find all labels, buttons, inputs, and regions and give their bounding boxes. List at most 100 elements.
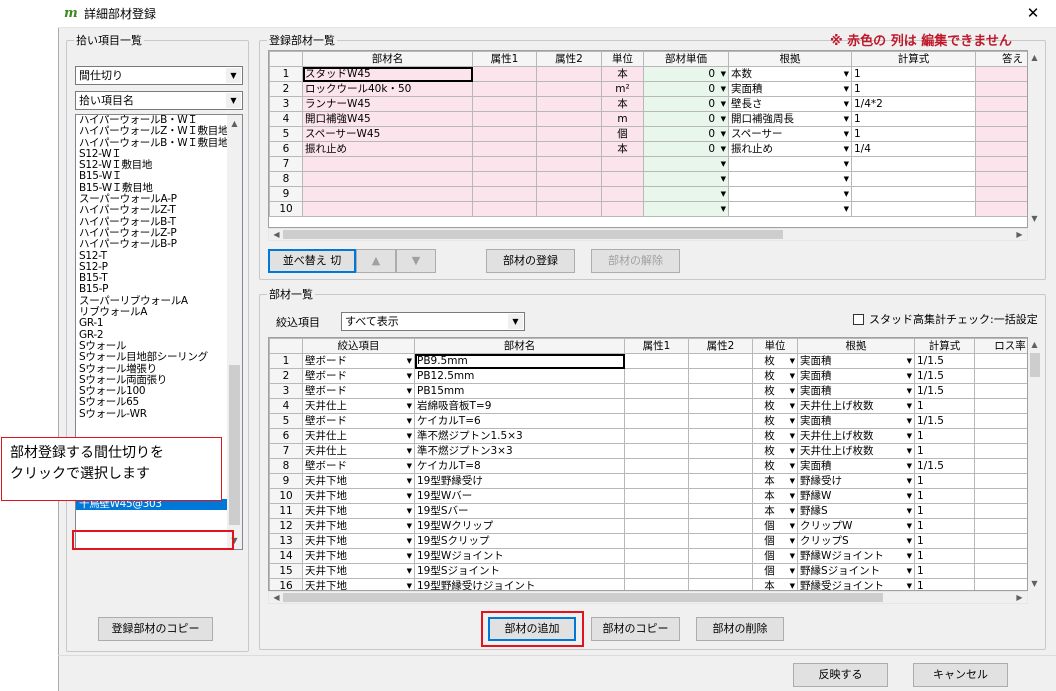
table-cell[interactable]: 個 [752,563,798,579]
table-cell[interactable]: 個 [601,126,644,142]
table-cell[interactable] [472,186,537,202]
table-row[interactable]: 7 [269,156,1027,172]
table-cell[interactable]: ケイカルT=8 [414,458,625,474]
table-cell[interactable]: 実面積 [797,383,915,399]
registered-parts-grid[interactable]: 部材名属性1属性2単位部材単価根拠計算式答え1スタッドW45本0本数12ロックウ… [268,50,1028,228]
table-cell[interactable] [624,533,689,549]
table-cell[interactable]: 0 [643,96,729,112]
table-cell[interactable]: 19型Sジョイント [414,563,625,579]
table-cell[interactable]: 実面積 [797,413,915,429]
table-cell[interactable] [974,503,1027,519]
table-cell[interactable]: PB15mm [414,383,625,399]
column-header[interactable]: 属性1 [624,338,689,354]
scroll-down-icon[interactable]: ▼ [1028,212,1041,225]
table-cell[interactable] [688,353,753,369]
table-cell[interactable]: 19型Sバー [414,503,625,519]
column-header[interactable]: 単位 [752,338,798,354]
table-cell[interactable] [975,81,1027,97]
table-cell[interactable] [688,488,753,504]
table-cell[interactable] [536,126,602,142]
table-cell[interactable]: m² [601,81,644,97]
scroll-right-icon[interactable]: ▶ [1013,228,1026,241]
table-cell[interactable] [975,111,1027,127]
table-cell[interactable] [688,533,753,549]
table-cell[interactable]: 天井下地 [302,533,415,549]
table-cell[interactable]: PB9.5mm [414,353,625,369]
table-cell[interactable] [974,578,1027,590]
table-cell[interactable] [302,186,473,202]
table-cell[interactable] [688,503,753,519]
table-cell[interactable]: 本 [752,503,798,519]
table-cell[interactable]: 野縁S [797,503,915,519]
table-cell[interactable]: クリップW [797,518,915,534]
table-cell[interactable]: 0 [643,81,729,97]
table-cell[interactable] [974,473,1027,489]
table-cell[interactable] [624,578,689,590]
table-cell[interactable]: 1 [914,578,975,590]
table-cell[interactable] [536,111,602,127]
scrollbar-thumb[interactable] [283,230,783,239]
table-cell[interactable] [974,398,1027,414]
table-cell[interactable]: 本 [752,473,798,489]
table-cell[interactable] [851,186,976,202]
table-cell[interactable]: 本 [601,141,644,157]
table-cell[interactable] [643,201,729,217]
table-cell[interactable] [688,383,753,399]
sort-button[interactable]: 並べ替え 切 [268,249,356,273]
table-row[interactable]: 6振れ止め本0振れ止め1/4 [269,141,1027,157]
table-cell[interactable] [974,533,1027,549]
table-cell[interactable]: 壁ボード [302,368,415,384]
list-item[interactable]: Sウォール目地部シーリング [76,351,242,363]
table-cell[interactable]: 天井下地 [302,503,415,519]
table-cell[interactable]: 実面積 [797,353,915,369]
table-cell[interactable]: 準不燃ジプトン3×3 [414,443,625,459]
table-cell[interactable] [536,201,602,217]
copy-registered-parts-button[interactable]: 登録部材のコピー [98,617,213,641]
chevron-down-icon[interactable]: ▼ [226,93,241,108]
scroll-right-icon[interactable]: ▶ [1013,591,1026,604]
table-cell[interactable] [688,443,753,459]
table-cell[interactable]: 枚 [752,458,798,474]
table-cell[interactable] [536,156,602,172]
registered-grid-hscroll[interactable]: ◀ ▶ [268,228,1028,241]
table-row[interactable]: 5壁ボードケイカルT=6 枚実面積1/1.5 [269,413,1027,429]
table-cell[interactable]: 振れ止め [302,141,473,157]
table-cell[interactable]: 天井下地 [302,488,415,504]
filter-combo[interactable]: すべて表示 ▼ [341,312,525,331]
column-header[interactable]: 絞込項目 [302,338,415,354]
table-row[interactable]: 7天井仕上準不燃ジプトン3×3 枚天井仕上げ枚数1 [269,443,1027,459]
table-cell[interactable]: 壁長さ [728,96,852,112]
table-cell[interactable]: クリップS [797,533,915,549]
cancel-button[interactable]: キャンセル [913,663,1008,687]
table-cell[interactable]: 0 [643,126,729,142]
column-header[interactable]: ロス率 [974,338,1027,354]
table-cell[interactable] [624,383,689,399]
pickup-name-combo[interactable]: 拾い項目名 ▼ [75,91,243,110]
table-cell[interactable] [975,126,1027,142]
table-cell[interactable] [728,171,852,187]
table-cell[interactable] [624,458,689,474]
table-cell[interactable]: ランナーW45 [302,96,473,112]
table-row[interactable]: 8 [269,171,1027,187]
table-cell[interactable] [472,66,537,82]
table-cell[interactable] [601,186,644,202]
table-cell[interactable]: 19型Wクリップ [414,518,625,534]
table-row[interactable]: 10 [269,201,1027,217]
table-cell[interactable] [688,458,753,474]
table-cell[interactable]: 野縁W [797,488,915,504]
table-cell[interactable] [643,156,729,172]
table-cell[interactable]: ロックウール40k・50 [302,81,473,97]
delete-part-button[interactable]: 部材の削除 [696,617,784,641]
table-cell[interactable] [472,201,537,217]
column-header[interactable]: 部材名 [414,338,625,354]
table-cell[interactable] [472,96,537,112]
table-row[interactable]: 1スタッドW45本0本数1 [269,66,1027,82]
table-cell[interactable] [688,518,753,534]
table-cell[interactable] [974,413,1027,429]
column-header[interactable]: 計算式 [851,51,976,67]
table-cell[interactable] [302,201,473,217]
table-cell[interactable] [688,398,753,414]
table-cell[interactable]: 0 [643,141,729,157]
table-cell[interactable]: 1/1.5 [914,353,975,369]
table-row[interactable]: 12天井下地19型Wクリップ 個クリップW1 [269,518,1027,534]
